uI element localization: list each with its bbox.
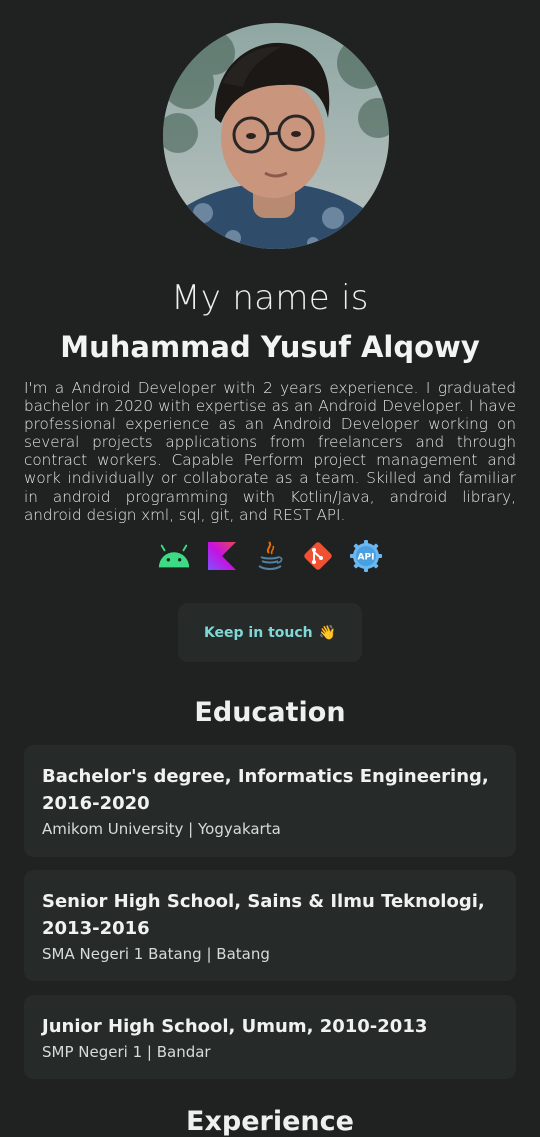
education-degree: Senior High School, Sains & Ilmu Teknolo… xyxy=(42,891,485,939)
education-card: Senior High School, Sains & Ilmu Teknolo… xyxy=(24,870,516,981)
profile-bio: I'm a Android Developer with 2 years exp… xyxy=(24,379,516,524)
tech-stack-row: API xyxy=(152,538,388,574)
git-icon xyxy=(301,539,335,573)
greeting-text: My name is xyxy=(171,278,369,318)
education-school: Amikom University | Yogyakarta xyxy=(42,820,281,838)
experience-title: Experience xyxy=(186,1106,354,1137)
java-icon xyxy=(253,539,287,573)
education-degree: Junior High School, Umum, 2010-2013 xyxy=(42,1016,428,1037)
api-icon-label: API xyxy=(358,553,375,563)
kotlin-icon xyxy=(205,539,239,573)
education-title: Education xyxy=(194,697,346,728)
android-icon xyxy=(157,539,191,573)
education-school: SMA Negeri 1 Batang | Batang xyxy=(42,945,270,963)
waving-hand-icon: 👋 xyxy=(318,624,337,641)
keep-in-touch-button[interactable]: Keep in touch 👋 xyxy=(178,603,362,662)
education-degree: Bachelor's degree, Informatics Engineeri… xyxy=(42,766,489,814)
education-card: Bachelor's degree, Informatics Engineeri… xyxy=(24,745,516,857)
profile-avatar xyxy=(163,23,389,249)
keep-in-touch-label: Keep in touch xyxy=(203,624,313,641)
profile-name: Muhammad Yusuf Alqowy xyxy=(60,330,480,364)
education-school: SMP Negeri 1 | Bandar xyxy=(42,1043,211,1061)
api-icon: API xyxy=(349,539,383,573)
education-card: Junior High School, Umum, 2010-2013 SMP … xyxy=(24,995,516,1079)
